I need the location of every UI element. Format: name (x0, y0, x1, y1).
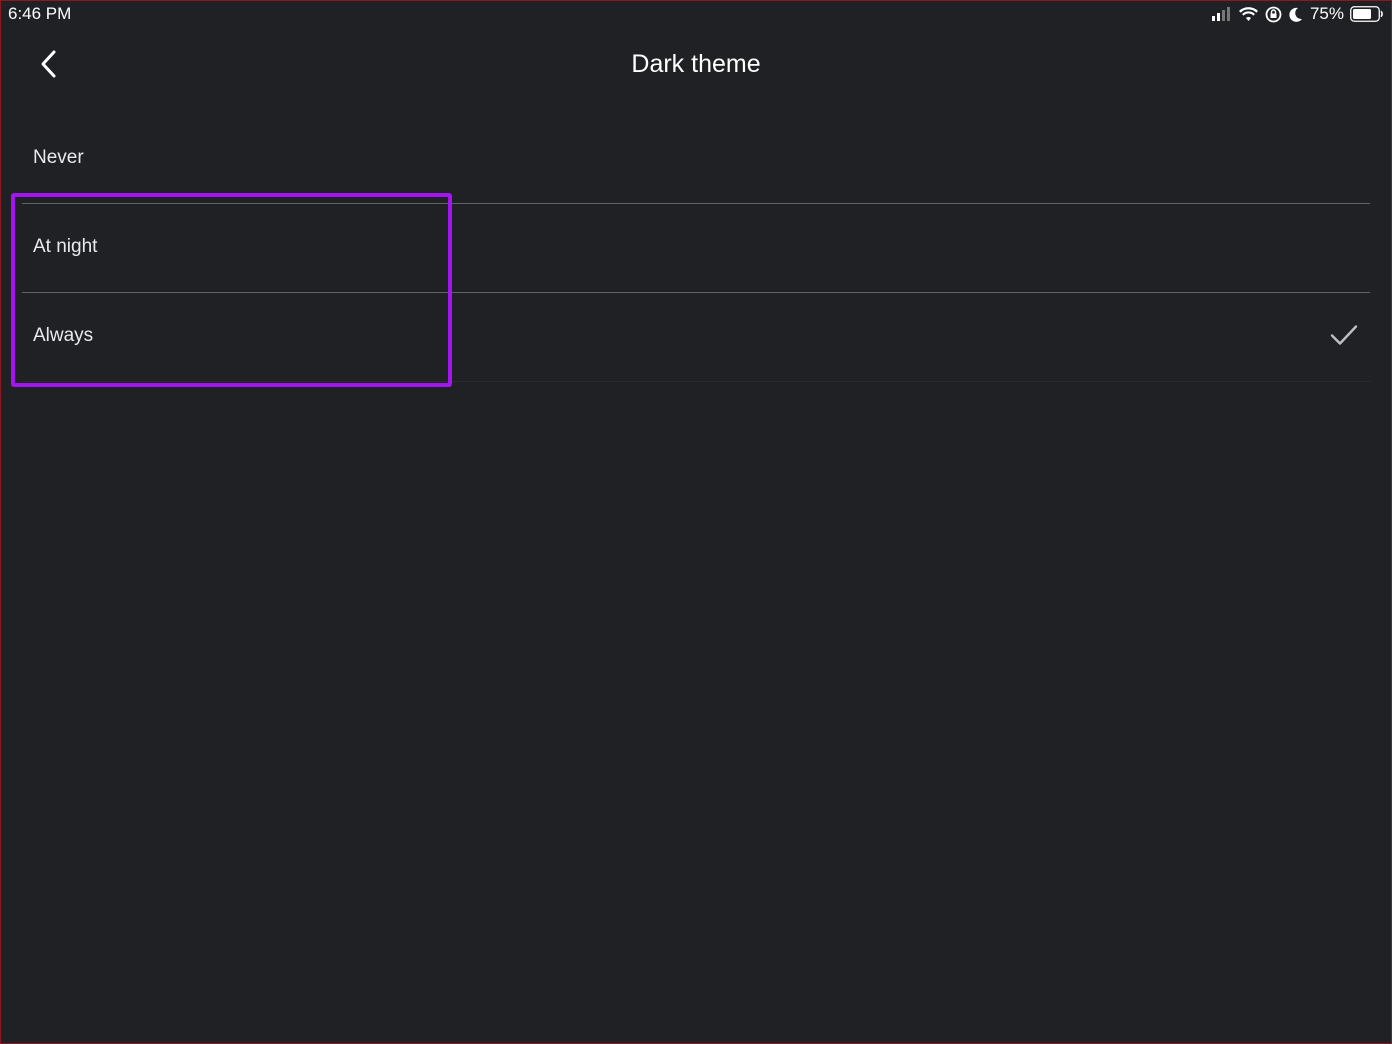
dark-theme-options: Never At night Always (0, 115, 1392, 382)
signal-icon (1211, 7, 1232, 21)
status-icons: 75% (1211, 4, 1384, 24)
rotation-lock-icon (1265, 6, 1282, 23)
page-title: Dark theme (631, 50, 761, 78)
wifi-icon (1239, 6, 1258, 22)
battery-icon (1350, 6, 1384, 22)
moon-icon (1289, 7, 1303, 22)
option-label: Never (33, 147, 84, 168)
option-never[interactable]: Never (22, 115, 1370, 204)
battery-percent: 75% (1309, 4, 1344, 23)
status-time: 6:46 PM (8, 4, 72, 23)
top-app-bar: Dark theme (0, 30, 1392, 102)
option-label: At night (33, 236, 98, 257)
status-bar: 6:46 PM 75% (0, 0, 1392, 28)
option-always[interactable]: Always (22, 293, 1370, 382)
option-at-night[interactable]: At night (22, 204, 1370, 293)
option-label: Always (33, 325, 94, 346)
checkmark-icon (1330, 323, 1358, 347)
